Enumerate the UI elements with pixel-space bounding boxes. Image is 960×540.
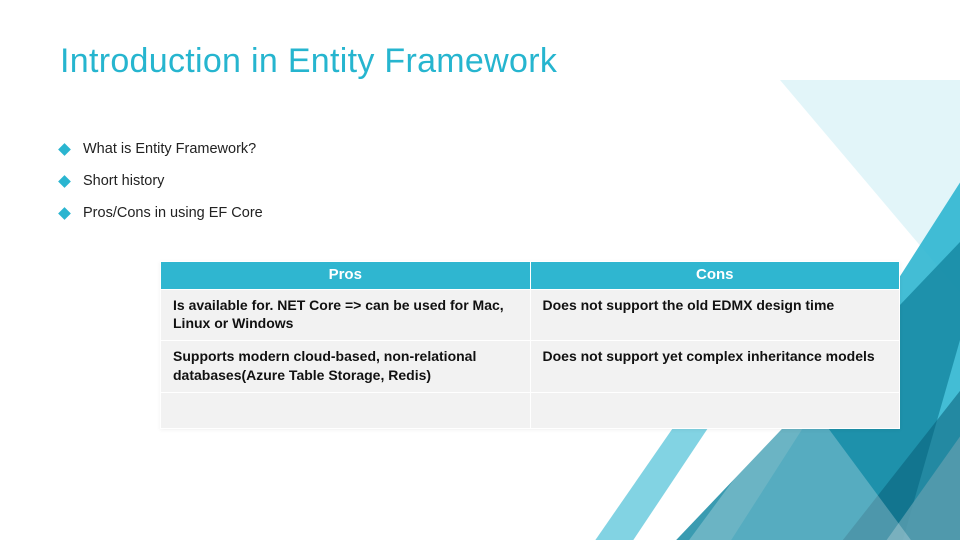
bullet-text: Pros/Cons in using EF Core <box>83 205 263 221</box>
table-row: Is available for. NET Core => can be use… <box>161 290 900 341</box>
slide-content: Introduction in Entity Framework What is… <box>0 0 960 540</box>
diamond-icon <box>58 207 71 220</box>
table-cell-pros: Is available for. NET Core => can be use… <box>161 290 531 341</box>
pros-cons-table-container: Pros Cons Is available for. NET Core => … <box>160 261 900 429</box>
pros-cons-table: Pros Cons Is available for. NET Core => … <box>160 261 900 429</box>
list-item: Pros/Cons in using EF Core <box>60 205 900 221</box>
table-cell-empty <box>530 392 900 428</box>
diamond-icon <box>58 175 71 188</box>
page-title: Introduction in Entity Framework <box>60 42 900 81</box>
table-cell-cons: Does not support the old EDMX design tim… <box>530 290 900 341</box>
table-header-pros: Pros <box>161 262 531 290</box>
list-item: Short history <box>60 173 900 189</box>
table-row: Supports modern cloud-based, non-relatio… <box>161 341 900 392</box>
bullet-list: What is Entity Framework? Short history … <box>60 141 900 221</box>
table-cell-empty <box>161 392 531 428</box>
table-header-cons: Cons <box>530 262 900 290</box>
bullet-text: Short history <box>83 173 164 189</box>
table-cell-pros: Supports modern cloud-based, non-relatio… <box>161 341 531 392</box>
table-cell-cons: Does not support yet complex inheritance… <box>530 341 900 392</box>
bullet-text: What is Entity Framework? <box>83 141 256 157</box>
list-item: What is Entity Framework? <box>60 141 900 157</box>
diamond-icon <box>58 143 71 156</box>
table-row-empty <box>161 392 900 428</box>
